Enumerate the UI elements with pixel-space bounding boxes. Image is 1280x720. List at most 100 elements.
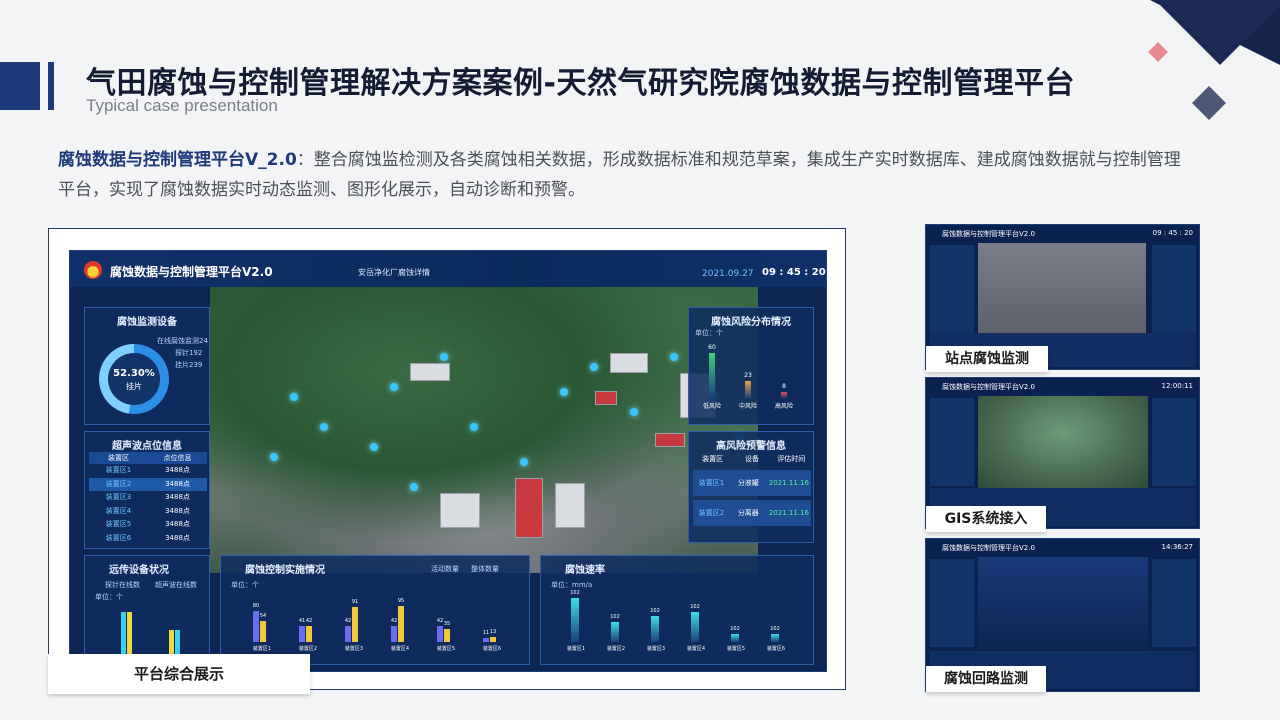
thumb-time: 12:00:11 [1161, 382, 1193, 390]
rate-label: 装置区6 [766, 646, 786, 652]
sensor-pin-icon[interactable] [590, 363, 598, 371]
table-cell: 3488点 [165, 520, 190, 528]
rate-bar [611, 622, 619, 642]
building [440, 493, 480, 528]
high-risk-table: 装置区 设备 评估时间 装置区1 分液罐 2021.11.16 装置区2 分离器 2021.11… [693, 452, 811, 526]
top-right-triangle-shadow [1155, 0, 1280, 65]
sensor-pin-icon[interactable] [390, 383, 398, 391]
building-red [655, 433, 685, 447]
rate-bar [651, 616, 659, 642]
building [610, 353, 648, 373]
table-cell: 装置区3 [105, 493, 132, 501]
risk-bar [709, 353, 715, 398]
rate-bar-chart: 102 装置区1 102 装置区2 102 装置区3 102 装置区4 102 装置区5 102 装置… [557, 590, 807, 652]
sensor-pin-icon[interactable] [630, 408, 638, 416]
control-bar [398, 605, 404, 642]
risk-value: 8 [782, 383, 786, 391]
unit-label: 单位：个 [695, 329, 723, 337]
sensor-pin-icon[interactable] [290, 393, 298, 401]
panel-title: 超声波点位信息 [112, 441, 182, 452]
rate-label: 装置区2 [606, 646, 626, 652]
site-title: 安岳净化厂腐蚀详情 [358, 268, 430, 277]
thumb-header: 腐蚀数据与控制管理平台V2.0 [942, 383, 1035, 391]
table-cell: 装置区5 [105, 520, 132, 528]
unit-label: 单位：个 [95, 593, 123, 601]
rate-label: 装置区1 [566, 646, 586, 652]
sensor-pin-icon[interactable] [410, 483, 418, 491]
right-list [1152, 559, 1196, 647]
intro-paragraph: 腐蚀数据与控制管理平台V_2.0：整合腐蚀监检测及各类腐蚀相关数据，形成数据标准… [58, 145, 1188, 205]
panel-control-impl: 腐蚀控制实施情况 活动数量 整体数量 单位：个 80 54 装置区1 41 42 装置区2… [220, 555, 530, 665]
donut-hole [108, 353, 160, 405]
table-header-cell: 评估时间 [777, 455, 806, 463]
sensor-pin-icon[interactable] [370, 443, 378, 451]
risk-label: 中风险 [738, 403, 757, 410]
table-cell: 分离器 [737, 509, 759, 517]
risk-bar [745, 380, 751, 398]
rate-value: 102 [770, 626, 780, 632]
table-cell: 3488点 [165, 493, 190, 501]
unit-label: 单位：个 [231, 581, 259, 589]
thumb-time: 09 : 45 : 20 [1152, 229, 1193, 237]
sensor-pin-icon[interactable] [270, 453, 278, 461]
title-marker-line [48, 62, 54, 110]
dashboard-header: 腐蚀数据与控制管理平台V2.0 安岳净化厂腐蚀详情 2021.09.27 09 … [70, 251, 826, 287]
sensor-pin-icon[interactable] [320, 423, 328, 431]
rate-bar [571, 598, 579, 642]
table-row: 装置区4 3488点 [89, 505, 207, 519]
control-label: 装置区5 [436, 646, 456, 652]
remote-bar [175, 630, 180, 654]
control-bar [437, 625, 443, 642]
thumb-caption-station: 站点腐蚀监测 [926, 346, 1048, 372]
table-row: 装置区1 3488点 [89, 464, 207, 478]
table-row: 装置区2 3488点 [89, 477, 207, 491]
control-bar [260, 621, 266, 642]
panel-title: 远传设备状况 [109, 565, 169, 576]
panel-ultrasonic: 超声波点位信息 装置区 点位信息 装置区1 3488点 装置区2 3488点装置区3 348… [84, 431, 210, 549]
sensor-pin-icon[interactable] [470, 423, 478, 431]
thumb-header: 腐蚀数据与控制管理平台V2.0 [942, 544, 1035, 552]
panel-corrosion-rate: 腐蚀速率 单位：mm/a 102 装置区1 102 装置区2 102 装置区3 102 装置区… [540, 555, 814, 665]
main-caption: 平台综合展示 [48, 654, 310, 694]
panel-title: 腐蚀风险分布情况 [711, 317, 791, 328]
table-header: 装置区 设备 评估时间 [693, 452, 811, 466]
control-bar [345, 625, 351, 642]
sensor-pin-icon[interactable] [560, 388, 568, 396]
rate-bar [771, 634, 779, 642]
control-bar [352, 607, 358, 642]
rate-value: 102 [690, 604, 700, 610]
table-header: 装置区 点位信息 [89, 452, 207, 464]
gis-map [978, 396, 1148, 488]
building-red [515, 478, 543, 538]
sensor-pin-icon[interactable] [670, 353, 678, 361]
grey-diamond-decoration [1192, 86, 1226, 120]
legend-item: 超声波在线数 [155, 581, 197, 589]
legend-item: 活动数量 [431, 565, 459, 573]
thumb-header: 腐蚀数据与控制管理平台V2.0 [942, 230, 1035, 238]
rate-value: 102 [570, 590, 580, 596]
sensor-pin-icon[interactable] [440, 353, 448, 361]
panel-risk-distribution: 腐蚀风险分布情况 单位：个 60 低风险 23 中风险 8 高风险 [688, 307, 814, 425]
control-bar [490, 637, 496, 642]
rate-label: 装置区4 [686, 646, 706, 652]
unit-label: 单位：mm/a [551, 581, 593, 589]
donut-chart: 52.30% 挂片 [99, 344, 169, 414]
control-bar-chart: 80 54 装置区1 41 42 装置区2 42 91 装置区3 42 95 装置区4 42 35 装置区5… [245, 594, 523, 652]
control-value: 95 [397, 597, 405, 604]
control-label: 装置区4 [390, 646, 410, 652]
legend-item: 挂片239 [175, 361, 203, 369]
thumb-caption-gis: GIS系统接入 [926, 506, 1046, 532]
control-value: 42 [305, 617, 313, 624]
table-cell: 装置区1 [698, 479, 725, 487]
table-row: 装置区2 分离器 2021.11.16 [693, 500, 811, 526]
left-list [930, 245, 974, 333]
sensor-pin-icon[interactable] [520, 458, 528, 466]
risk-label: 低风险 [702, 403, 721, 410]
panel-title: 腐蚀速率 [565, 565, 605, 576]
table-cell: 装置区2 [698, 509, 725, 517]
legend-item: 探针192 [175, 349, 203, 357]
ultrasonic-table: 装置区 点位信息 装置区1 3488点 装置区2 3488点 装置区3 3488点 装置区4 34… [89, 452, 207, 545]
panel-high-risk: 高风险预警信息 装置区 设备 评估时间 装置区1 分液罐 2021.11.16 装置区2 分离… [688, 431, 814, 543]
rate-value: 102 [650, 608, 660, 614]
table-header-cell: 点位信息 [163, 454, 192, 462]
